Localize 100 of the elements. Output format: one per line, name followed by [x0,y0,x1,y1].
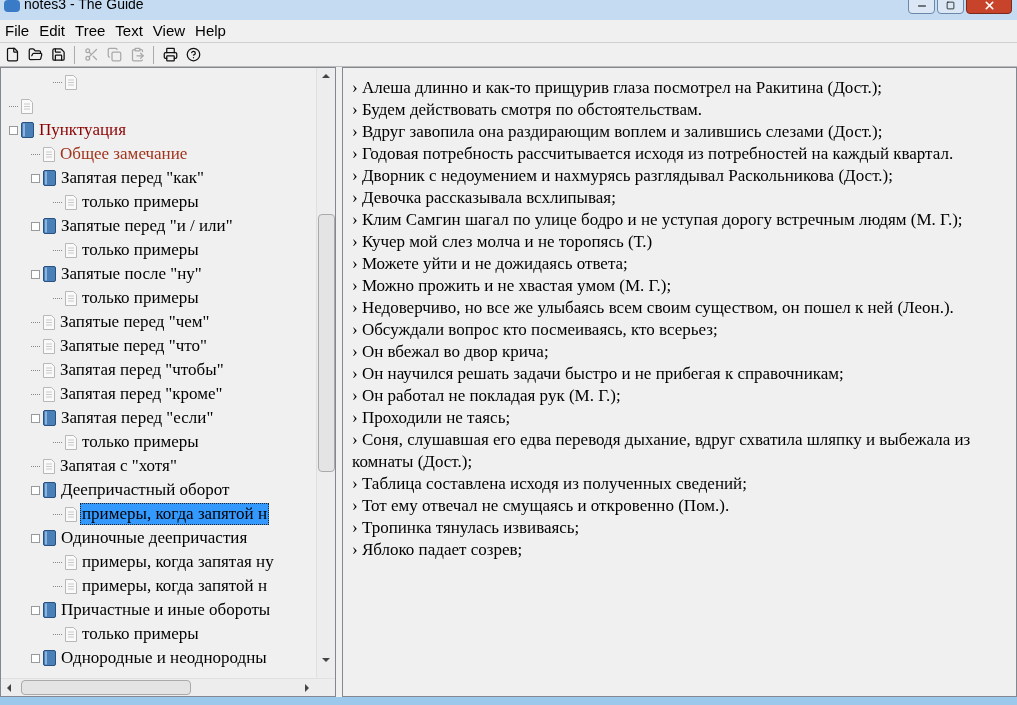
tree-item[interactable]: Одиночные деепричастия [59,527,250,549]
book-icon [43,410,56,426]
book-icon [43,602,56,618]
example-sentence: › Годовая потребность рассчитывается исходя из потребностей на каждый квартал. [352,143,955,165]
example-sentence: › Кучер мой слез молча и не торопясь (Т.) [352,231,654,253]
tree-item[interactable]: Общее замечание [58,143,190,165]
example-sentence: › Он научился решать задачи быстро и не прибегая к справочникам; [352,363,845,385]
expander-toggle[interactable] [31,173,40,183]
scissors-icon [83,47,99,62]
book-icon [43,482,56,498]
menu-item[interactable]: Text [112,21,146,41]
scrollbar-thumb[interactable] [317,214,335,472]
page-icon [65,506,77,522]
book-icon [21,122,34,138]
new-file-icon [4,47,20,62]
page-icon [43,338,55,354]
page-icon [43,146,55,162]
page-icon [65,578,77,594]
expander-toggle[interactable] [31,533,40,543]
menu-item[interactable]: File [2,21,33,41]
maximize-icon [946,1,955,10]
example-sentence: › Можно прожить и не хвастая умом (М. Г.); [352,275,673,297]
page-icon [65,290,77,306]
copy-icon [106,47,122,62]
example-sentence: › Тропинка тянулась извиваясь; [352,517,581,539]
tree-item[interactable]: Запятые перед "что" [58,335,209,357]
expander-toggle[interactable] [31,485,40,495]
page-icon [65,242,77,258]
close-icon [982,0,996,12]
tree-item[interactable]: примеры, когда запятая ну [80,551,276,573]
example-sentence: › Клим Самгин шагал по улице бодро и не уступая дорогу встречным людям (М. Г.); [352,209,964,231]
minimize-button[interactable] [908,0,935,14]
tree-item[interactable]: Запятая с "хотя" [58,455,179,477]
book-icon [43,530,56,546]
example-sentence: › Можете уйти и не дожидаясь ответа; [352,253,629,275]
scrollbar-thumb[interactable] [21,680,191,695]
example-sentence: › Девочка рассказывала всхлипывая; [352,187,617,209]
help-icon [185,47,201,62]
example-sentence: › Будем действовать смотря по обстоятельствам. [352,99,703,121]
tree-item[interactable]: Причастные и иные обороты [59,599,273,621]
expander-toggle[interactable] [31,413,40,423]
page-icon [21,98,33,114]
tree-item[interactable]: только примеры [80,239,201,261]
page-icon [43,362,55,378]
expander-toggle[interactable] [31,653,40,663]
tree-item[interactable]: примеры, когда запятой н [80,503,269,525]
tree-item[interactable]: только примеры [80,431,201,453]
page-icon [43,314,55,330]
menu-item[interactable]: Tree [72,21,109,41]
example-sentence: › Яблоко падает созрев; [352,539,524,561]
tree-item[interactable]: Запятые перед "чем" [58,311,212,333]
maximize-button[interactable] [937,0,964,14]
example-sentence: › Вдруг завопила она раздирающим воплем и залившись слезами (Дост.); [352,121,884,143]
expander-toggle[interactable] [31,269,40,279]
close-button[interactable] [966,0,1012,14]
tree-item[interactable]: Запятые перед "и / или" [59,215,235,237]
tree-item[interactable]: Запятая перед "как" [59,167,207,189]
menu-item[interactable]: Edit [36,21,69,41]
example-sentence: › Он вбежал во двор крича; [352,341,550,363]
tree-item[interactable]: примеры, когда запятой н [80,575,269,597]
tree-item[interactable]: Запятые после "ну" [59,263,204,285]
page-icon [65,434,77,450]
tree-item[interactable]: только примеры [80,191,201,213]
example-sentence: › Дворник с недоумением и нахмурясь разглядывал Раскольникова (Дост.); [352,165,894,187]
example-sentence: › Соня, слушавшая его едва переводя дыхание, вдруг схватила шляпку и выбежала из комнаты (Дост.); [352,429,972,473]
example-sentence: › Обсуждали вопрос кто посмеиваясь, кто всерьез; [352,319,719,341]
scroll-right-icon [305,683,309,692]
tree-item[interactable]: Однородные и неоднородны [59,647,269,669]
tree-item[interactable]: Запятая перед "чтобы" [58,359,226,381]
scroll-up-icon [322,74,330,78]
book-icon [43,218,56,234]
folder-icon [27,47,43,62]
page-icon [65,74,77,90]
example-sentence: › Алеша длинно и как-то прищурив глаза посмотрел на Ракитина (Дост.); [352,77,884,99]
tree-item[interactable]: только примеры [80,287,201,309]
menu-item[interactable]: View [149,21,189,41]
app-icon [4,0,20,12]
horizontal-scrollbar[interactable] [1,678,335,696]
example-sentence: › Проходили не таясь; [352,407,512,429]
tree-item[interactable]: Пунктуация [37,119,128,141]
expander-toggle[interactable] [9,125,18,135]
book-icon [43,170,56,186]
expander-toggle[interactable] [31,221,40,231]
page-icon [65,554,77,570]
vertical-scrollbar[interactable] [316,68,335,678]
tree-item[interactable]: Запятая перед "если" [59,407,216,429]
tree-item[interactable]: только примеры [80,623,201,645]
expander-toggle[interactable] [31,605,40,615]
book-icon [43,266,56,282]
example-sentence: › Недоверчиво, но все же улыбаясь всем своим существом, он пошел к ней (Леон.). [352,297,955,319]
example-sentence: › Таблица составлена исходя из полученных сведений; [352,473,748,495]
tree-item[interactable]: Деепричастный оборот [59,479,232,501]
page-icon [65,626,77,642]
page-icon [65,194,77,210]
example-sentence: › Он работал не покладая рук (М. Г.); [352,385,622,407]
tree-item[interactable]: Запятая перед "кроме" [58,383,225,405]
page-icon [43,458,55,474]
menu-item[interactable]: Help [192,21,229,41]
printer-icon [162,47,178,62]
book-icon [43,650,56,666]
